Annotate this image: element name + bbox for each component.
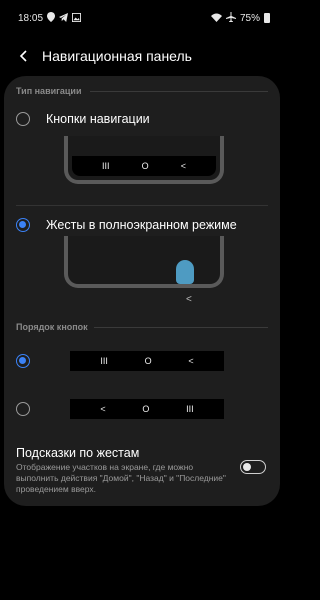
home-icon: O <box>141 161 149 171</box>
airplane-icon <box>225 12 236 24</box>
recents-icon: III <box>186 404 194 414</box>
back-icon: < <box>180 161 186 171</box>
back-icon: < <box>188 356 194 366</box>
app-header: Навигационная панель <box>0 36 284 76</box>
section-divider <box>94 327 268 328</box>
section-divider <box>90 91 268 92</box>
status-right: 75% <box>210 12 270 24</box>
back-arrow-icon <box>19 50 27 62</box>
back-icon: < <box>100 404 106 414</box>
gesture-hints-title[interactable]: Подсказки по жестам <box>16 446 139 460</box>
section-label-navigation-type: Тип навигации <box>16 86 82 96</box>
wifi-icon <box>210 13 222 24</box>
gallery-icon <box>72 12 82 24</box>
recents-icon: III <box>100 356 108 366</box>
gesture-hints-toggle[interactable] <box>240 460 266 474</box>
gesture-hint-indicator <box>176 260 194 284</box>
back-button[interactable] <box>6 36 42 76</box>
status-time: 18:05 <box>18 12 44 24</box>
telegram-icon <box>59 12 69 24</box>
order-preview-back-home-recents[interactable]: < O III <box>70 399 224 419</box>
preview-navbar: III O < <box>72 156 216 176</box>
radio-navigation-buttons[interactable] <box>16 112 30 126</box>
location-icon <box>47 12 56 24</box>
home-icon: O <box>142 404 150 414</box>
home-icon: O <box>144 356 152 366</box>
radio-order-back-home-recents[interactable] <box>16 402 30 416</box>
status-left: 18:05 <box>18 12 82 24</box>
preview-navigation-buttons: III O < <box>64 136 224 184</box>
option-divider <box>16 205 268 206</box>
option-label-navigation-buttons[interactable]: Кнопки навигации <box>46 112 150 126</box>
section-label-button-order: Порядок кнопок <box>16 322 88 332</box>
preview-fullscreen-gestures <box>64 236 224 288</box>
radio-fullscreen-gestures[interactable] <box>16 218 30 232</box>
radio-order-recents-home-back[interactable] <box>16 354 30 368</box>
battery-icon <box>264 13 270 23</box>
recents-icon: III <box>102 161 110 171</box>
status-bar: 18:05 75% <box>0 0 284 36</box>
option-label-fullscreen-gestures[interactable]: Жесты в полноэкранном режиме <box>46 218 237 232</box>
page-title: Навигационная панель <box>42 48 192 64</box>
gesture-hints-description: Отображение участков на экране, где можн… <box>16 462 226 494</box>
order-preview-recents-home-back[interactable]: III O < <box>70 351 224 371</box>
toggle-knob <box>243 462 251 471</box>
battery-percent: 75% <box>239 12 260 24</box>
gesture-back-chevron: < <box>186 294 192 305</box>
